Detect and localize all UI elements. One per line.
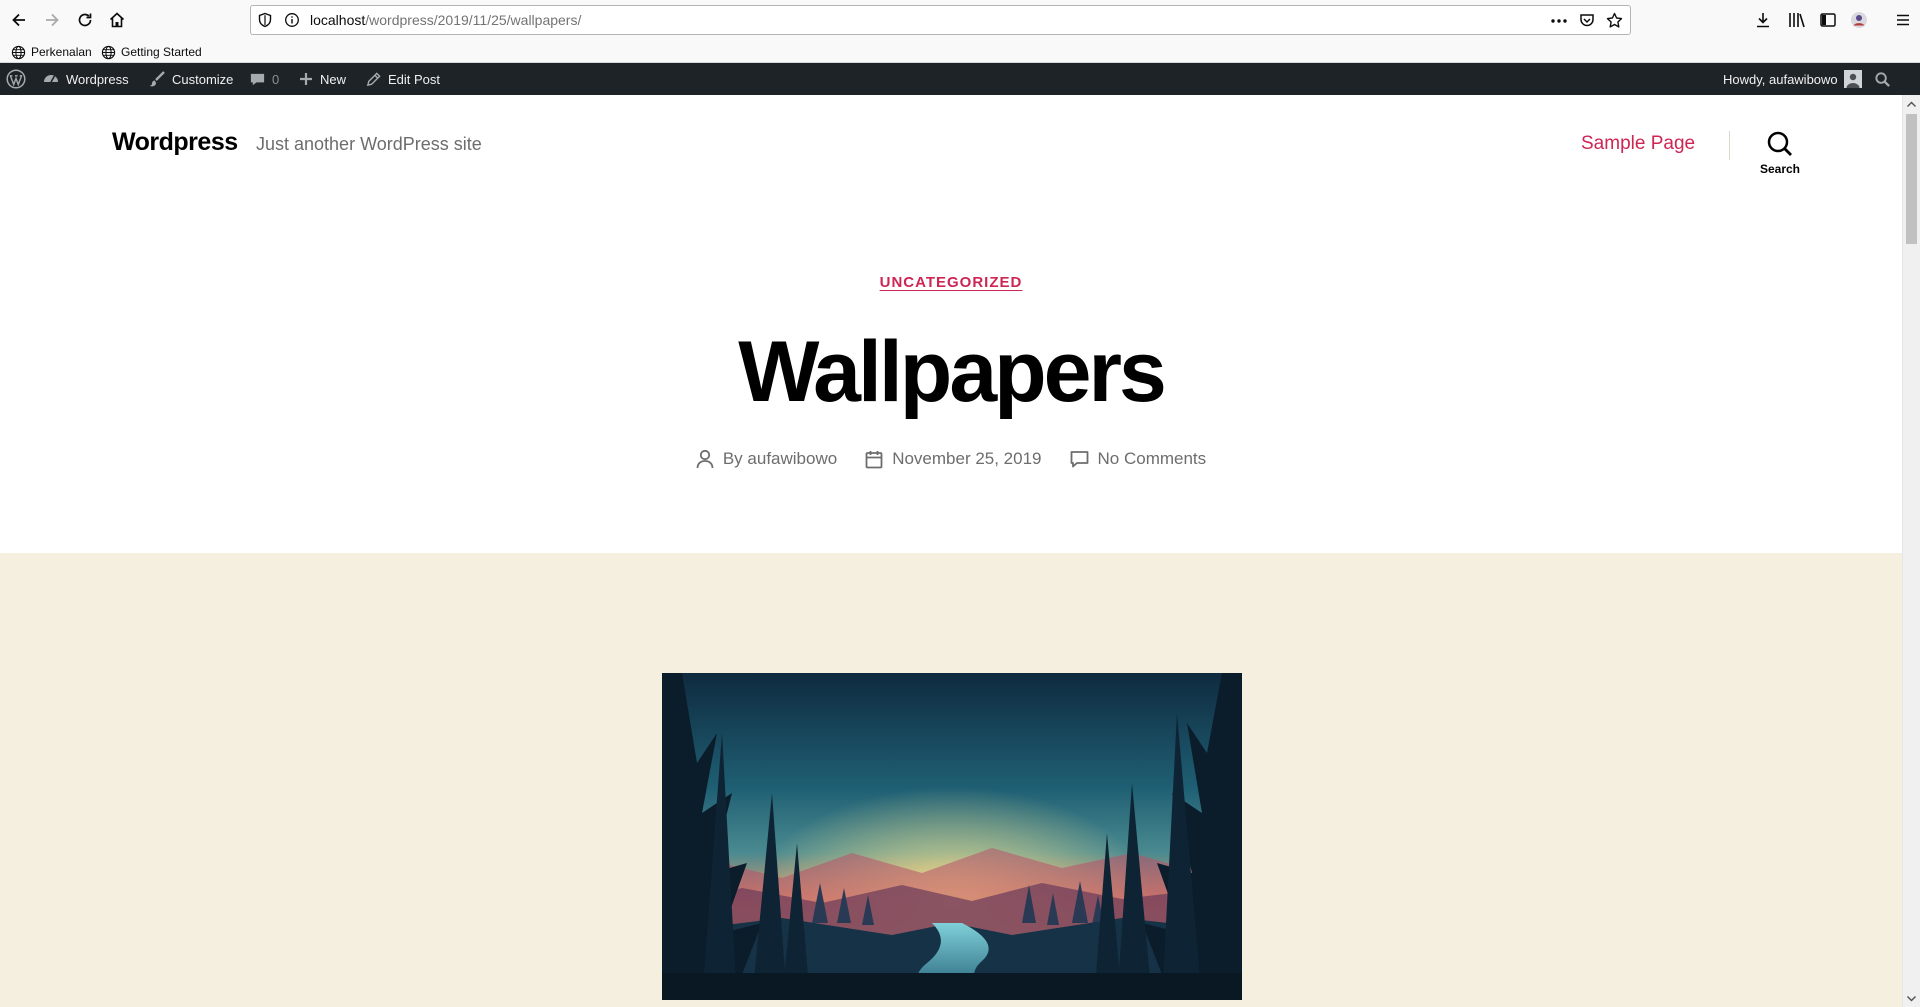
chevron-down-icon	[1907, 995, 1916, 1001]
back-button[interactable]	[3, 4, 35, 36]
site-description: Just another WordPress site	[256, 134, 482, 154]
entry-title: Wallpapers	[738, 324, 1167, 420]
bookmark-label: Getting Started	[121, 45, 202, 59]
downloads-button[interactable]	[1747, 4, 1779, 36]
chevron-up-icon	[1907, 101, 1916, 107]
new-content-menu[interactable]: New	[298, 63, 346, 95]
edit-post-link[interactable]: Edit Post	[365, 63, 440, 95]
comments-count: 0	[272, 71, 280, 87]
reload-icon	[78, 13, 92, 27]
url-text[interactable]: localhost/wordpress/2019/11/25/wallpaper…	[310, 6, 581, 34]
reload-button[interactable]	[69, 4, 101, 36]
post-date: November 25, 2019	[865, 449, 1042, 469]
bookmark-star-icon	[1606, 12, 1623, 28]
search-icon	[1875, 71, 1890, 87]
comments-link[interactable]: 0	[249, 63, 279, 95]
pocket-icon	[1580, 14, 1594, 27]
post-author: By aufawibowo	[696, 449, 837, 469]
downloads-icon	[1757, 13, 1769, 28]
page-scrollbar[interactable]	[1902, 95, 1920, 1007]
category-link[interactable]: UNCATEGORIZED	[880, 274, 1023, 291]
url-host: localhost	[310, 12, 366, 28]
home-icon	[109, 12, 125, 28]
admin-search-button[interactable]	[1874, 63, 1891, 95]
howdy-label: Howdy, aufawibowo	[1723, 71, 1838, 87]
library-icon	[1789, 13, 1805, 28]
site-name-menu[interactable]: Wordpress	[42, 63, 129, 95]
site-title[interactable]: Wordpress	[112, 128, 238, 157]
library-button[interactable]	[1780, 4, 1812, 36]
browser-toolbar: localhost/wordpress/2019/11/25/wallpaper…	[0, 0, 1920, 40]
account-button[interactable]	[1843, 4, 1875, 36]
sidebar-button[interactable]	[1812, 4, 1844, 36]
scroll-up-button[interactable]	[1903, 95, 1920, 112]
tracking-shield-icon	[258, 12, 272, 28]
comment-icon	[1070, 451, 1088, 468]
search-icon	[1767, 131, 1792, 156]
account-avatar-icon	[1851, 12, 1867, 28]
url-path: /wordpress/2019/11/25/wallpapers/	[365, 12, 582, 28]
forward-arrow-icon	[46, 13, 59, 27]
pencil-icon	[366, 71, 381, 86]
entry-categories: UNCATEGORIZED	[0, 274, 1902, 292]
user-avatar-icon	[1843, 70, 1862, 88]
scroll-thumb[interactable]	[1906, 114, 1917, 244]
url-bar[interactable]: localhost/wordpress/2019/11/25/wallpaper…	[250, 5, 1631, 35]
search-toggle-label: Search	[1759, 162, 1801, 176]
bookmark-perkenalan[interactable]: Perkenalan	[11, 43, 92, 61]
forest-sunset-illustration	[662, 673, 1242, 1000]
dashboard-icon	[44, 75, 58, 83]
bookmark-getting-started[interactable]: Getting Started	[101, 43, 202, 61]
customize-link[interactable]: Customize	[148, 63, 233, 95]
edit-post-label: Edit Post	[388, 71, 441, 87]
my-account-menu[interactable]: Howdy, aufawibowo	[1723, 63, 1862, 95]
paintbrush-icon	[149, 71, 165, 87]
user-icon	[696, 449, 714, 469]
home-button[interactable]	[101, 4, 133, 36]
new-label: New	[320, 71, 347, 87]
plus-icon	[300, 73, 312, 85]
comments-link[interactable]: No Comments	[1098, 449, 1207, 469]
back-arrow-icon	[12, 13, 25, 27]
hamburger-menu-icon	[1897, 14, 1909, 26]
wp-logo-button[interactable]	[6, 63, 26, 95]
calendar-icon	[865, 450, 883, 468]
nav-item-sample-page[interactable]: Sample Page	[1581, 133, 1695, 155]
bookmarks-bar: Perkenalan Getting Started	[0, 40, 1920, 63]
post-comments: No Comments	[1070, 449, 1207, 469]
scroll-down-button[interactable]	[1903, 990, 1920, 1007]
site-name-label: Wordpress	[66, 71, 129, 87]
comment-bubble-icon	[250, 73, 265, 85]
sidebar-icon	[1820, 13, 1836, 27]
globe-icon	[11, 45, 26, 59]
date-link[interactable]: November 25, 2019	[892, 449, 1041, 469]
header-divider	[1729, 131, 1730, 160]
globe-icon	[101, 45, 116, 59]
site-info-icon	[285, 13, 299, 27]
wp-admin-bar: Wordpress Customize 0 New Edit Post Howd…	[0, 63, 1920, 95]
menu-button[interactable]	[1887, 4, 1919, 36]
forward-button[interactable]	[36, 4, 68, 36]
search-toggle-button[interactable]: Search	[1745, 130, 1815, 182]
page-actions-icon	[1551, 19, 1567, 23]
bookmark-label: Perkenalan	[31, 45, 92, 59]
entry-meta: By aufawibowo November 25, 2019 No Comme…	[0, 449, 1902, 469]
customize-label: Customize	[172, 71, 234, 87]
featured-image	[662, 673, 1242, 1000]
wordpress-logo-icon	[6, 69, 26, 89]
author-link[interactable]: By aufawibowo	[723, 449, 837, 469]
